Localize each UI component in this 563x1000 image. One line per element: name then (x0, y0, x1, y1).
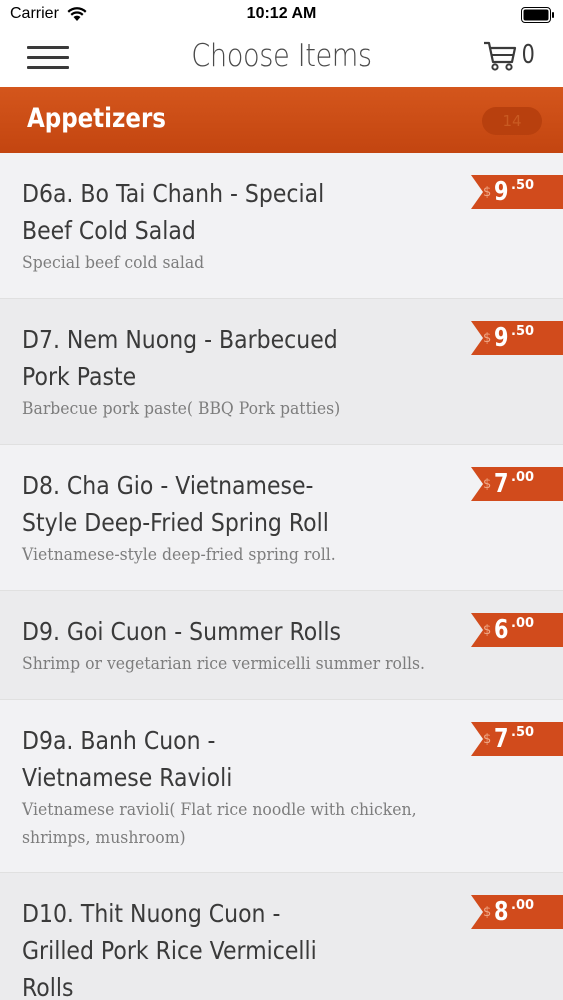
menu-item-list: D6a. Bo Tai Chanh - Special Beef Cold Sa… (0, 153, 563, 1000)
currency-symbol: $ (483, 732, 492, 747)
item-description: Barbecue pork paste( BBQ Pork patties) (22, 399, 341, 419)
cart-button[interactable]: 0 (483, 40, 537, 76)
menu-item[interactable]: D9. Goi Cuon - Summer Rolls Shrimp or ve… (0, 591, 563, 700)
nav-bar: Choose Items 0 (0, 30, 563, 87)
price-tag[interactable]: $ 9 .50 (471, 175, 563, 209)
price-tag[interactable]: $ 8 .00 (471, 895, 563, 929)
shopping-cart-icon (484, 41, 517, 71)
status-time: 10:12 AM (246, 5, 317, 22)
price-tag[interactable]: $ 7 .00 (471, 467, 563, 501)
price-dollars: 7 (494, 469, 509, 499)
price-dollars: 7 (494, 724, 509, 754)
item-name: D8. Cha Gio - Vietnamese-Style Deep-Frie… (22, 471, 329, 537)
currency-symbol: $ (483, 331, 492, 346)
item-description: Vietnamese-style deep-fried spring roll. (22, 545, 336, 565)
item-name: D7. Nem Nuong - Barbecued Pork Paste (22, 325, 338, 391)
item-description: Vietnamese ravioli( Flat rice noodle wit… (22, 800, 417, 848)
menu-item[interactable]: D9a. Banh Cuon - Vietnamese Ravioli Viet… (0, 700, 563, 873)
status-bar: Carrier 10:12 AM (0, 0, 563, 30)
item-name: D6a. Bo Tai Chanh - Special Beef Cold Sa… (22, 179, 325, 245)
price-tag[interactable]: $ 9 .50 (471, 321, 563, 355)
item-name: D9. Goi Cuon - Summer Rolls (22, 617, 341, 646)
battery-icon (521, 7, 554, 23)
price-tag[interactable]: $ 7 .50 (471, 722, 563, 756)
item-name: D9a. Banh Cuon - Vietnamese Ravioli (22, 726, 233, 792)
item-description: Special beef cold salad (22, 253, 205, 273)
price-cents: .50 (511, 725, 535, 740)
category-title: Appetizers (27, 103, 166, 134)
price-tag[interactable]: $ 6 .00 (471, 613, 563, 647)
menu-item[interactable]: D7. Nem Nuong - Barbecued Pork Paste Bar… (0, 299, 563, 445)
price-cents: .00 (511, 898, 535, 913)
currency-symbol: $ (483, 623, 492, 638)
menu-item[interactable]: D8. Cha Gio - Vietnamese-Style Deep-Frie… (0, 445, 563, 591)
item-name: D10. Thit Nuong Cuon - Grilled Pork Rice… (22, 899, 317, 1000)
price-dollars: 6 (494, 615, 509, 645)
price-dollars: 8 (494, 897, 509, 927)
category-header-appetizers[interactable]: Appetizers 14 (0, 87, 563, 153)
category-item-count-badge: 14 (482, 107, 542, 135)
menu-item[interactable]: D6a. Bo Tai Chanh - Special Beef Cold Sa… (0, 153, 563, 299)
price-dollars: 9 (494, 177, 509, 207)
price-cents: .50 (511, 324, 535, 339)
price-cents: .50 (511, 178, 535, 193)
currency-symbol: $ (483, 477, 492, 492)
item-description: Shrimp or vegetarian rice vermicelli sum… (22, 654, 425, 674)
price-cents: .00 (511, 616, 535, 631)
currency-symbol: $ (483, 185, 492, 200)
price-dollars: 9 (494, 323, 509, 353)
page-title: Choose Items (191, 38, 372, 74)
cart-count: 0 (522, 40, 536, 70)
price-cents: .00 (511, 470, 535, 485)
currency-symbol: $ (483, 905, 492, 920)
menu-item[interactable]: D10. Thit Nuong Cuon - Grilled Pork Rice… (0, 873, 563, 1000)
